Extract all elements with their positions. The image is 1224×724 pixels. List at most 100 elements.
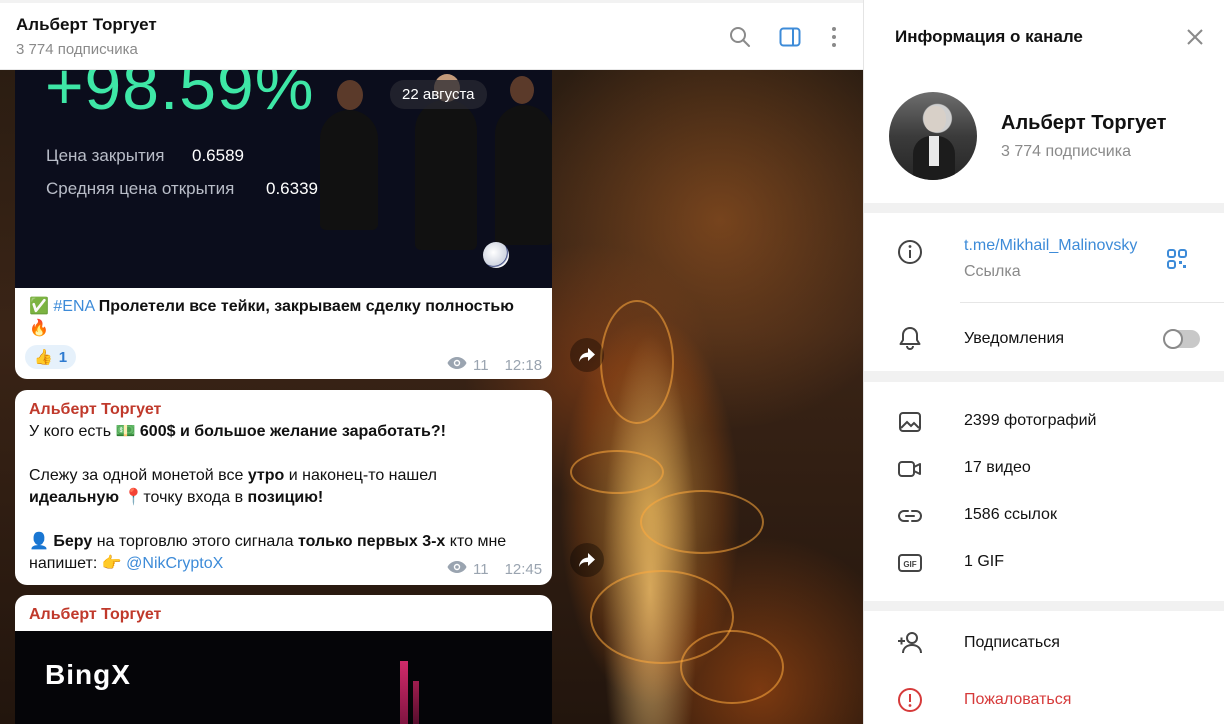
text-span: и наконец-то нашел <box>288 467 437 484</box>
open-price-value: 0.6339 <box>266 179 318 198</box>
channel-link[interactable]: t.me/Mikhail_Malinovsky <box>964 237 1137 255</box>
date-separator: 22 августа <box>390 80 487 109</box>
message-bubble[interactable]: Альберт Торгует BingX <box>15 595 552 724</box>
close-price-label: Цена закрытия <box>46 146 165 165</box>
chat-header[interactable]: Альберт Торгует 3 774 подписчика <box>0 0 863 70</box>
bold-text: только первых 3-х <box>298 533 446 550</box>
pointing-emoji: 👉 <box>101 555 122 572</box>
avatar[interactable] <box>889 92 977 180</box>
forward-button[interactable] <box>570 338 604 372</box>
add-user-icon <box>896 629 924 657</box>
media-card: 2399 фотографий 17 видео 1586 ссылок GIF… <box>864 382 1224 601</box>
message-image[interactable]: BingX <box>15 631 552 724</box>
text-span: на торговлю этого сигнала <box>96 533 294 550</box>
decor-bar <box>400 661 408 724</box>
thumbs-up-emoji: 👍 <box>34 349 53 366</box>
message-text: У кого есть 💵 600$ и большое желание зар… <box>29 421 544 575</box>
text-span: кто мне <box>449 533 507 550</box>
channel-title[interactable]: Альберт Торгует <box>16 15 157 35</box>
avatar-shirt <box>929 136 939 166</box>
message-sender[interactable]: Альберт Торгует <box>29 606 161 624</box>
divider <box>960 302 1224 303</box>
text-span: напишет: <box>29 555 98 572</box>
views-icon <box>447 356 467 374</box>
wallpaper-glow <box>570 450 664 494</box>
profit-percent: +98.59% <box>45 70 315 123</box>
bold-text: 600$ и большое желание заработать?! <box>139 423 446 440</box>
link-caption: Ссылка <box>964 263 1021 280</box>
message-body: Пролетели все тейки, закрываем сделку по… <box>98 298 514 315</box>
actions-card: Подписаться Пожаловаться <box>864 611 1224 724</box>
message-meta: 11 12:18 <box>447 356 542 374</box>
text-span: У кого есть <box>29 423 112 440</box>
close-price-value: 0.6589 <box>192 146 244 165</box>
avatar-head <box>924 106 946 132</box>
details-card: t.me/Mikhail_Malinovsky Ссылка Уведомлен… <box>864 213 1224 371</box>
wallpaper-glow <box>680 630 784 704</box>
bold-text: идеальную <box>29 489 120 506</box>
photo-icon <box>896 408 924 436</box>
ball-icon <box>483 242 509 268</box>
forward-button[interactable] <box>570 543 604 577</box>
links-count[interactable]: 1586 ссылок <box>964 506 1057 524</box>
channel-subscribers: 3 774 подписчика <box>16 41 138 58</box>
hashtag-link[interactable]: #ENA <box>53 298 94 315</box>
info-icon <box>896 238 924 266</box>
message-line: Слежу за одной монетой все утро и наконе… <box>29 465 544 487</box>
player-head <box>337 80 363 110</box>
channel-info-panel: Информация о канале Альберт Торгует 3 77… <box>863 0 1224 724</box>
report-icon <box>896 686 924 714</box>
toggle-knob <box>1163 329 1183 349</box>
profile-subscribers: 3 774 подписчика <box>1001 143 1131 160</box>
panel-title: Информация о канале <box>895 27 1083 46</box>
subscribe-button[interactable]: Подписаться <box>964 634 1060 652</box>
open-price-label: Средняя цена открытия <box>46 179 235 198</box>
photos-count[interactable]: 2399 фотографий <box>964 412 1096 430</box>
message-bubble[interactable]: +98.59% Цена закрытия 0.6589 Средняя цен… <box>15 70 552 379</box>
sidebar-toggle-icon[interactable] <box>778 25 802 49</box>
views-count: 11 <box>473 356 489 374</box>
report-button[interactable]: Пожаловаться <box>964 691 1071 709</box>
message-image[interactable]: +98.59% Цена закрытия 0.6589 Средняя цен… <box>15 70 552 288</box>
profile-name: Альберт Торгует <box>1001 112 1167 134</box>
chat-area: +98.59% Цена закрытия 0.6589 Средняя цен… <box>0 0 863 724</box>
message-line: идеальную 📍точку входа в позицию! <box>29 487 544 509</box>
bell-icon <box>896 324 924 352</box>
videos-count[interactable]: 17 видео <box>964 459 1031 477</box>
message-bubble[interactable]: Альберт Торгует У кого есть 💵 600$ и бол… <box>15 390 552 585</box>
player-figure <box>320 110 378 230</box>
reaction-chip[interactable]: 👍 1 <box>25 345 77 369</box>
notifications-toggle[interactable] <box>1163 329 1200 349</box>
fire-emoji: 🔥 <box>29 320 49 337</box>
message-sender[interactable]: Альберт Торгует <box>29 401 161 419</box>
gifs-count[interactable]: 1 GIF <box>964 553 1004 571</box>
decor-bar <box>413 681 419 724</box>
video-icon <box>896 455 924 483</box>
message-text: ✅ #ENA Пролетели все тейки, закрываем сд… <box>29 296 539 340</box>
check-emoji: ✅ <box>29 298 49 315</box>
profile-card: Информация о канале Альберт Торгует 3 77… <box>864 0 1224 203</box>
views-count: 11 <box>473 560 489 578</box>
reaction-count: 1 <box>58 348 68 366</box>
qr-code-icon[interactable] <box>1166 248 1188 270</box>
text-span: Слежу за одной монетой все <box>29 467 244 484</box>
share-arrow-icon <box>579 348 595 362</box>
bold-text: Беру <box>53 533 93 550</box>
close-icon[interactable] <box>1184 26 1206 48</box>
wallpaper-glow <box>600 300 674 424</box>
more-icon[interactable] <box>822 25 846 49</box>
search-icon[interactable] <box>728 25 752 49</box>
mention-link[interactable]: @NikCryptoX <box>126 555 223 572</box>
player-figure <box>495 105 552 245</box>
bingx-logo: BingX <box>45 659 131 690</box>
views-icon <box>447 560 467 578</box>
link-icon <box>896 502 924 530</box>
share-arrow-icon <box>579 553 595 567</box>
money-emoji: 💵 <box>115 423 136 440</box>
message-line: У кого есть 💵 600$ и большое желание зар… <box>29 421 544 443</box>
message-time: 12:18 <box>504 356 543 374</box>
message-line: 👤 Беру на торговлю этого сигнала только … <box>29 531 544 553</box>
wallpaper-glow <box>640 490 764 554</box>
text-span: точку входа в <box>143 489 244 506</box>
